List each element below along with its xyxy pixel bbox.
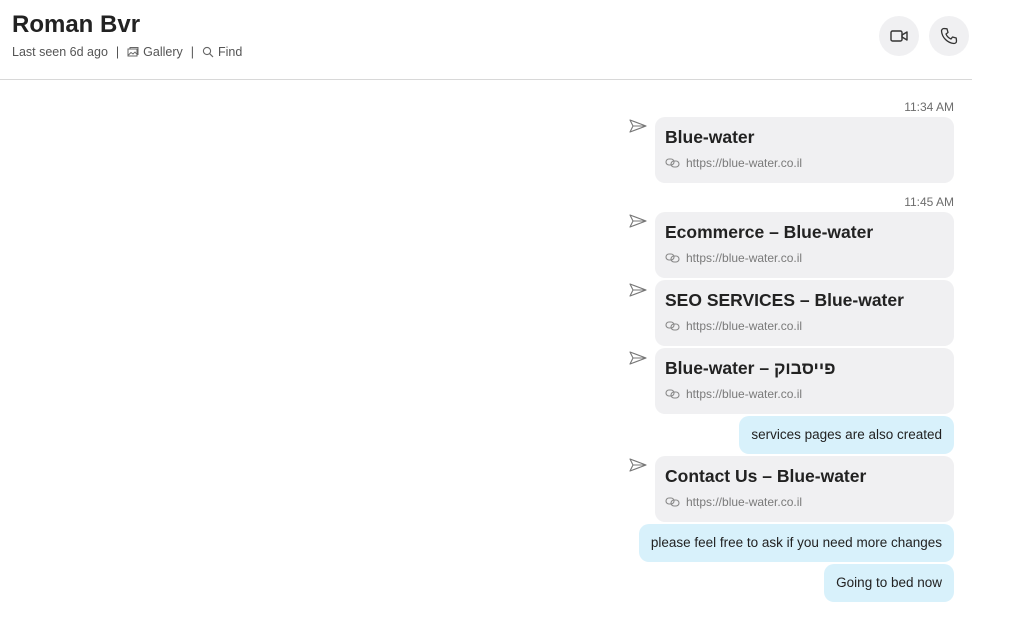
find-label: Find xyxy=(218,45,243,59)
contact-subline: Last seen 6d ago | Gallery | Find xyxy=(12,45,242,59)
sent-icon xyxy=(629,351,647,365)
link-preview-title: Ecommerce – Blue-water xyxy=(665,222,874,242)
find-link[interactable]: Find xyxy=(202,45,242,59)
link-preview-title: SEO SERVICES – Blue-water xyxy=(665,290,904,310)
link-icon xyxy=(665,497,680,507)
gallery-label: Gallery xyxy=(143,45,183,59)
message-bubble[interactable]: please feel free to ask if you need more… xyxy=(638,524,954,562)
link-icon xyxy=(665,158,680,168)
link-preview-card[interactable]: Contact Us – Blue-water https://blue-wat… xyxy=(655,456,954,522)
link-preview-card[interactable]: Ecommerce – Blue-water https://blue-wate… xyxy=(655,212,954,278)
sent-icon xyxy=(629,214,647,228)
gallery-icon xyxy=(127,47,139,57)
link-icon xyxy=(665,253,680,263)
chat-header: Roman Bvr Last seen 6d ago | Gallery | F… xyxy=(0,0,972,80)
link-preview-title: Blue-water – פייסבוק xyxy=(665,358,836,378)
message-timestamp: 11:45 AM xyxy=(904,195,954,209)
separator: | xyxy=(115,45,120,59)
link-preview-title: Blue-water xyxy=(665,127,755,147)
link-preview-card[interactable]: SEO SERVICES – Blue-water https://blue-w… xyxy=(655,280,954,346)
link-preview-title: Contact Us – Blue-water xyxy=(665,466,867,486)
sent-icon xyxy=(629,458,647,472)
link-preview-url: https://blue-water.co.il xyxy=(665,387,944,401)
link-preview-url: https://blue-water.co.il xyxy=(665,251,944,265)
contact-name[interactable]: Roman Bvr xyxy=(12,11,140,39)
link-preview-url: https://blue-water.co.il xyxy=(665,495,944,509)
last-seen-status: Last seen 6d ago xyxy=(12,45,108,59)
message-bubble[interactable]: services pages are also created xyxy=(739,416,954,454)
message-timestamp: 11:34 AM xyxy=(904,100,954,114)
search-icon xyxy=(202,46,214,58)
link-icon xyxy=(665,321,680,331)
video-call-button[interactable] xyxy=(879,16,919,56)
link-icon xyxy=(665,389,680,399)
message-list[interactable]: 11:34 AM Blue-water https://blue-water.c… xyxy=(0,81,972,619)
link-preview-card[interactable]: Blue-water – פייסבוק https://blue-water.… xyxy=(655,348,954,414)
link-preview-url: https://blue-water.co.il xyxy=(665,156,944,170)
sent-icon xyxy=(629,119,647,133)
sent-icon xyxy=(629,283,647,297)
video-camera-icon xyxy=(890,30,908,42)
phone-icon xyxy=(940,27,958,45)
separator: | xyxy=(190,45,195,59)
audio-call-button[interactable] xyxy=(929,16,969,56)
message-bubble[interactable]: Going to bed now xyxy=(824,564,954,602)
gallery-link[interactable]: Gallery xyxy=(127,45,183,59)
link-preview-url: https://blue-water.co.il xyxy=(665,319,944,333)
link-preview-card[interactable]: Blue-water https://blue-water.co.il xyxy=(655,117,954,183)
